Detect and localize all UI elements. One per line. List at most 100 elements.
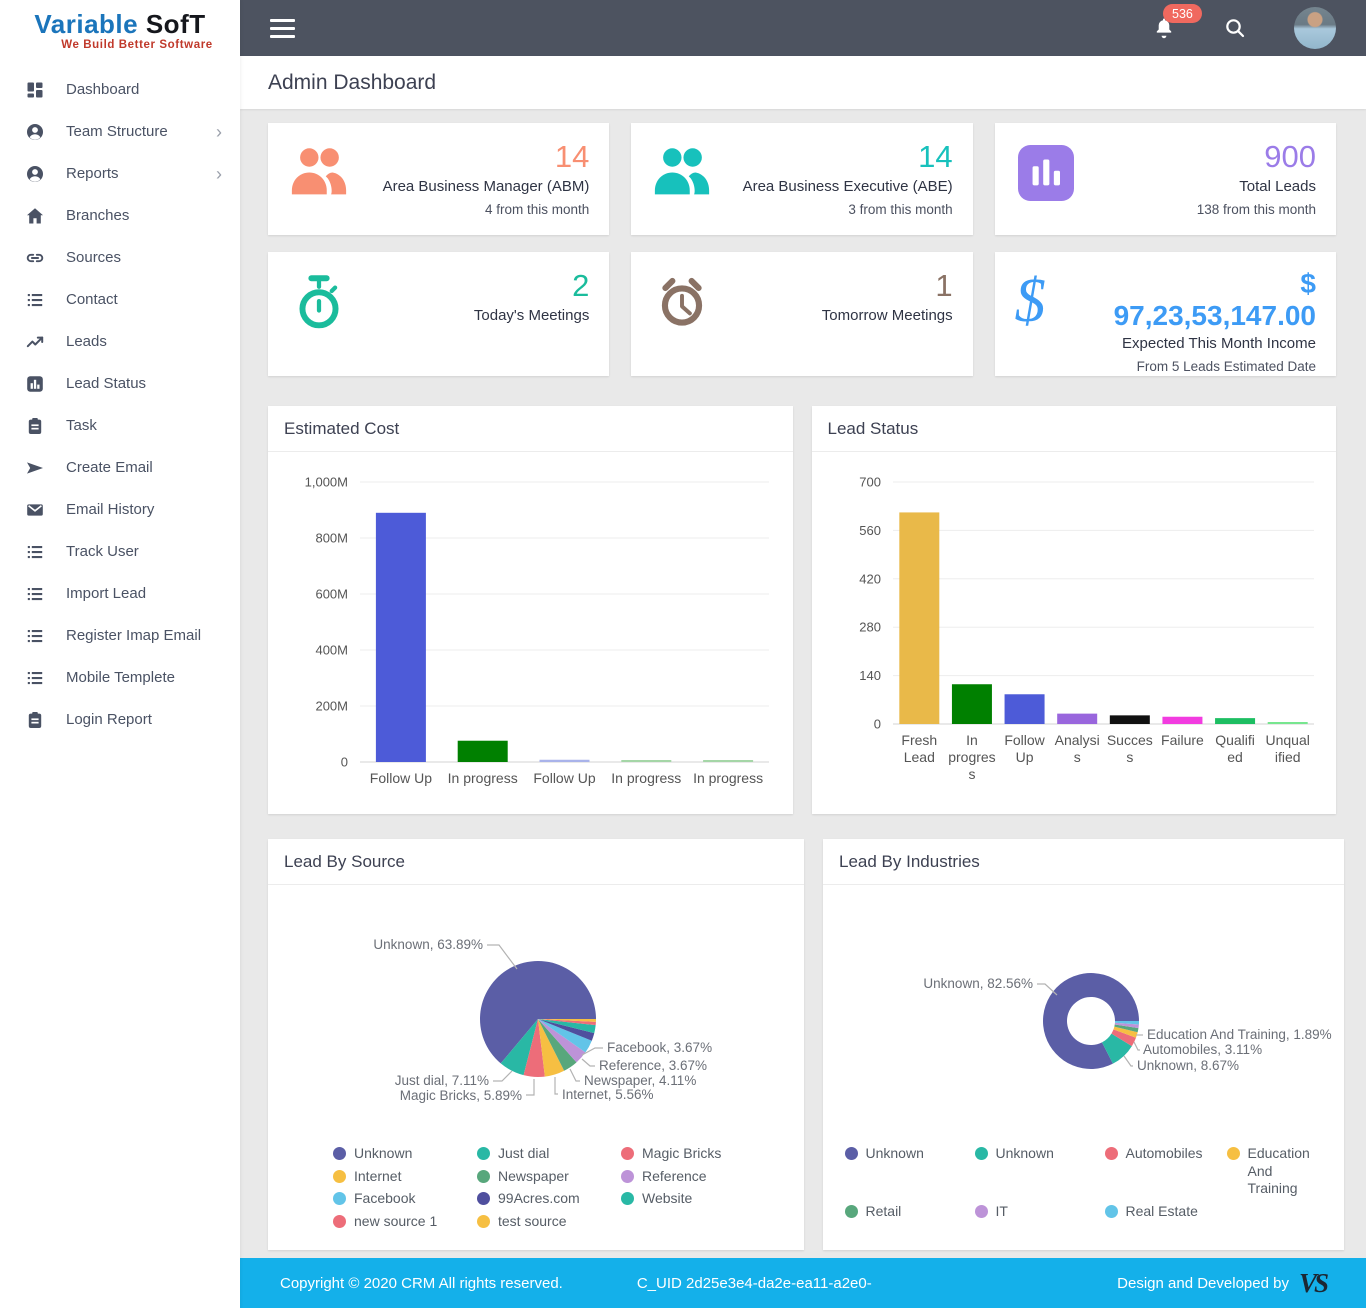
sidebar-item-email-history[interactable]: Email History bbox=[0, 489, 240, 531]
sidebar-item-lead-status[interactable]: Lead Status bbox=[0, 363, 240, 405]
svg-text:Unknown, 82.56%: Unknown, 82.56% bbox=[923, 976, 1033, 991]
sidebar-item-leads[interactable]: Leads bbox=[0, 321, 240, 363]
sidebar-item-label: Sources bbox=[66, 249, 121, 266]
dollar-icon: $ bbox=[1015, 274, 1046, 330]
svg-text:Unqual: Unqual bbox=[1266, 732, 1310, 748]
sidebar-item-label: Email History bbox=[66, 501, 154, 518]
legend-item-unknown[interactable]: Unknown bbox=[333, 1145, 451, 1163]
dollar-icon: $ bbox=[1015, 274, 1097, 330]
svg-text:800M: 800M bbox=[315, 531, 348, 546]
sidebar-item-contact[interactable]: Contact bbox=[0, 279, 240, 321]
clipboard-icon bbox=[26, 711, 44, 729]
legend-item-unknown[interactable]: Unknown bbox=[845, 1145, 949, 1198]
legend-color-dot bbox=[477, 1170, 490, 1183]
app-root: Variable SofT We Build Better Software D… bbox=[0, 0, 1366, 1308]
title-strip: Admin Dashboard bbox=[240, 56, 1366, 109]
legend-item-just-dial[interactable]: Just dial bbox=[477, 1145, 595, 1163]
panel-title-estimated-cost: Estimated Cost bbox=[268, 406, 793, 452]
sidebar-item-branches[interactable]: Branches bbox=[0, 195, 240, 237]
sidebar-item-team-structure[interactable]: Team Structure› bbox=[0, 111, 240, 153]
legend-item-internet[interactable]: Internet bbox=[333, 1168, 451, 1186]
svg-text:Education And Training, 1.89%: Education And Training, 1.89% bbox=[1147, 1027, 1332, 1042]
legend-item-it[interactable]: IT bbox=[975, 1203, 1079, 1221]
svg-text:420: 420 bbox=[860, 571, 882, 586]
stat-label: Total Leads bbox=[1197, 178, 1316, 195]
svg-text:Failure: Failure bbox=[1161, 732, 1204, 748]
legend-item-retail[interactable]: Retail bbox=[845, 1203, 949, 1221]
legend-item-99acres-com[interactable]: 99Acres.com bbox=[477, 1190, 595, 1208]
legend-label: Education And Training bbox=[1248, 1145, 1323, 1198]
sidebar-item-register-imap-email[interactable]: Register Imap Email bbox=[0, 615, 240, 657]
lead-status-bar-chart: 0140280420560700FreshLeadInprogressFollo… bbox=[821, 456, 1326, 808]
sidebar-item-label: Register Imap Email bbox=[66, 627, 201, 644]
lead-by-industries-donut-chart: Unknown, 82.56% Education And Training, 1… bbox=[831, 889, 1336, 1141]
svg-text:Follow Up: Follow Up bbox=[370, 770, 432, 786]
chevron-right-icon: › bbox=[216, 165, 222, 183]
legend-item-real-estate[interactable]: Real Estate bbox=[1105, 1203, 1201, 1221]
stat-card-abe: 14Area Business Executive (ABE)3 from th… bbox=[631, 123, 972, 235]
user-icon bbox=[26, 123, 44, 141]
sidebar-item-mobile-templete[interactable]: Mobile Templete bbox=[0, 657, 240, 699]
sidebar-item-import-lead[interactable]: Import Lead bbox=[0, 573, 240, 615]
legend-color-dot bbox=[621, 1170, 634, 1183]
stat-value: $ 97,23,53,147.00 bbox=[1096, 268, 1316, 332]
legend-label: IT bbox=[996, 1203, 1008, 1221]
legend-item-magic-bricks[interactable]: Magic Bricks bbox=[621, 1145, 739, 1163]
legend-label: Facebook bbox=[354, 1190, 415, 1208]
legend-item-education-and-training[interactable]: Education And Training bbox=[1227, 1145, 1323, 1198]
svg-text:s: s bbox=[1074, 749, 1081, 765]
legend-label: new source 1 bbox=[354, 1213, 437, 1231]
panel-title-lead-by-source: Lead By Source bbox=[268, 839, 804, 885]
sidebar-item-label: Track User bbox=[66, 543, 139, 560]
legend-color-dot bbox=[1105, 1147, 1118, 1160]
sidebar-item-login-report[interactable]: Login Report bbox=[0, 699, 240, 741]
home-icon bbox=[26, 207, 44, 225]
legend-item-reference[interactable]: Reference bbox=[621, 1168, 739, 1186]
panel-lead-by-source: Lead By Source Unknown, 63.89%Facebook, … bbox=[268, 839, 804, 1250]
svg-text:Automobiles, 3.11%: Automobiles, 3.11% bbox=[1143, 1042, 1262, 1057]
legend-color-dot bbox=[1105, 1205, 1118, 1218]
list-icon bbox=[26, 543, 44, 561]
vs-logo: VS bbox=[1299, 1270, 1326, 1297]
legend-item-new-source-1[interactable]: new source 1 bbox=[333, 1213, 451, 1231]
svg-text:Reference, 3.67%: Reference, 3.67% bbox=[599, 1058, 707, 1073]
menu-toggle-button[interactable] bbox=[266, 15, 299, 42]
bar-charts-row: Estimated Cost 0200M400M600M800M1,000MFo… bbox=[268, 406, 1336, 814]
sidebar-item-dashboard[interactable]: Dashboard bbox=[0, 69, 240, 111]
footer-credit-text: Design and Developed by bbox=[1117, 1275, 1289, 1292]
legend-color-dot bbox=[477, 1147, 490, 1160]
user-avatar[interactable] bbox=[1294, 7, 1336, 49]
legend-color-dot bbox=[845, 1205, 858, 1218]
brand-logo[interactable]: Variable SofT We Build Better Software bbox=[0, 0, 240, 55]
footer-copyright: Copyright © 2020 CRM All rights reserved… bbox=[280, 1275, 563, 1292]
svg-text:Magic Bricks, 5.89%: Magic Bricks, 5.89% bbox=[400, 1088, 522, 1103]
svg-text:200M: 200M bbox=[315, 699, 348, 714]
legend-item-facebook[interactable]: Facebook bbox=[333, 1190, 451, 1208]
stat-value: 2 bbox=[474, 268, 589, 304]
legend-item-unknown[interactable]: Unknown bbox=[975, 1145, 1079, 1198]
stat-label: Expected This Month Income bbox=[1096, 335, 1316, 352]
svg-text:s: s bbox=[969, 766, 976, 782]
sidebar-item-create-email[interactable]: Create Email bbox=[0, 447, 240, 489]
send-icon bbox=[26, 459, 44, 477]
sidebar-item-reports[interactable]: Reports› bbox=[0, 153, 240, 195]
svg-text:Analysi: Analysi bbox=[1055, 732, 1100, 748]
svg-text:Unknown, 63.89%: Unknown, 63.89% bbox=[373, 937, 483, 952]
legend-label: Automobiles bbox=[1126, 1145, 1203, 1163]
svg-text:ed: ed bbox=[1228, 749, 1244, 765]
notifications-button[interactable]: 536 bbox=[1152, 16, 1176, 40]
svg-text:Internet, 5.56%: Internet, 5.56% bbox=[562, 1087, 654, 1102]
lead-by-industries-legend: Unknown Unknown Automobiles Education And T… bbox=[845, 1145, 1323, 1220]
legend-item-automobiles[interactable]: Automobiles bbox=[1105, 1145, 1201, 1198]
search-button[interactable] bbox=[1224, 17, 1246, 39]
svg-text:In progress: In progress bbox=[693, 770, 763, 786]
svg-text:Just dial, 7.11%: Just dial, 7.11% bbox=[395, 1073, 489, 1088]
legend-item-website[interactable]: Website bbox=[621, 1190, 739, 1208]
legend-item-test-source[interactable]: test source bbox=[477, 1213, 595, 1231]
panel-title-lead-status: Lead Status bbox=[812, 406, 1337, 452]
sidebar-item-task[interactable]: Task bbox=[0, 405, 240, 447]
sidebar-item-track-user[interactable]: Track User bbox=[0, 531, 240, 573]
legend-item-newspaper[interactable]: Newspaper bbox=[477, 1168, 595, 1186]
link-icon bbox=[26, 249, 44, 267]
sidebar-item-sources[interactable]: Sources bbox=[0, 237, 240, 279]
